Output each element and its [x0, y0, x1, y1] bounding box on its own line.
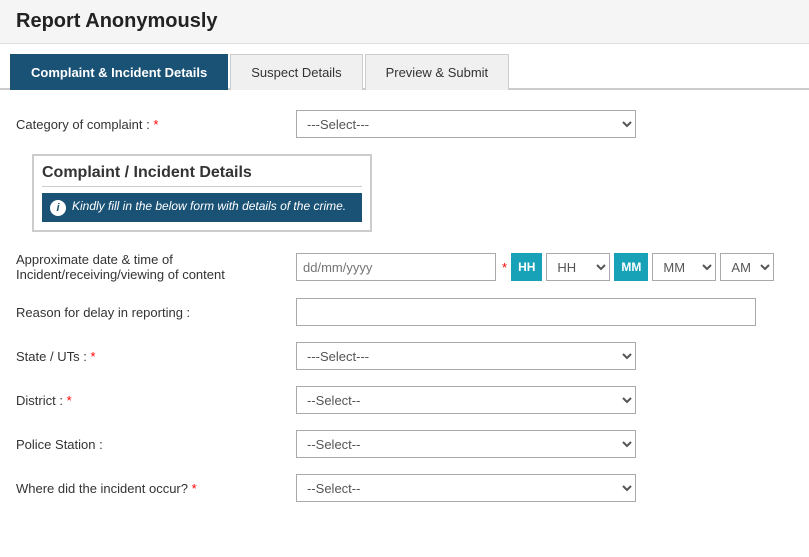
- reason-row: Reason for delay in reporting :: [16, 298, 793, 326]
- police-select[interactable]: --Select--: [296, 430, 636, 458]
- infobox-title: Complaint / Incident Details: [42, 164, 362, 187]
- page-header: Report Anonymously: [0, 0, 809, 44]
- ampm-select[interactable]: AM PM: [720, 253, 774, 281]
- incident-label: Where did the incident occur? *: [16, 481, 296, 496]
- category-select[interactable]: ---Select---: [296, 110, 636, 138]
- datetime-label: Approximate date & time ofIncident/recei…: [16, 252, 296, 282]
- state-required: *: [90, 349, 95, 364]
- tab-suspect[interactable]: Suspect Details: [230, 54, 362, 90]
- district-row: District : * --Select--: [16, 386, 793, 414]
- info-icon: i: [50, 200, 66, 216]
- incident-select[interactable]: --Select--: [296, 474, 636, 502]
- category-label: Category of complaint : *: [16, 117, 296, 132]
- mm-label-box: MM: [614, 253, 648, 281]
- infobox: Complaint / Incident Details i Kindly fi…: [32, 154, 372, 232]
- infobox-body: i Kindly fill in the below form with det…: [42, 193, 362, 222]
- hh-label-box: HH: [511, 253, 542, 281]
- date-required: *: [502, 260, 507, 275]
- tabs-container: Complaint & Incident Details Suspect Det…: [0, 52, 809, 90]
- district-label: District : *: [16, 393, 296, 408]
- form-area: Category of complaint : * ---Select--- C…: [0, 90, 809, 538]
- state-row: State / UTs : * ---Select---: [16, 342, 793, 370]
- state-select[interactable]: ---Select---: [296, 342, 636, 370]
- datetime-row: Approximate date & time ofIncident/recei…: [16, 252, 793, 282]
- district-select[interactable]: --Select--: [296, 386, 636, 414]
- hour-select[interactable]: HH: [546, 253, 610, 281]
- category-required: *: [153, 117, 158, 132]
- category-row: Category of complaint : * ---Select---: [16, 110, 793, 138]
- state-label: State / UTs : *: [16, 349, 296, 364]
- reason-input[interactable]: [296, 298, 756, 326]
- incident-required: *: [192, 481, 197, 496]
- tab-complaint[interactable]: Complaint & Incident Details: [10, 54, 228, 90]
- datetime-controls: * HH HH MM MM AM PM: [296, 253, 774, 281]
- infobox-text: Kindly fill in the below form with detai…: [72, 199, 346, 213]
- page-title: Report Anonymously: [16, 10, 793, 33]
- tab-preview[interactable]: Preview & Submit: [365, 54, 510, 90]
- reason-label: Reason for delay in reporting :: [16, 305, 296, 320]
- date-input[interactable]: [296, 253, 496, 281]
- police-row: Police Station : --Select--: [16, 430, 793, 458]
- police-label: Police Station :: [16, 437, 296, 452]
- district-required: *: [67, 393, 72, 408]
- minute-select[interactable]: MM: [652, 253, 716, 281]
- incident-row: Where did the incident occur? * --Select…: [16, 474, 793, 502]
